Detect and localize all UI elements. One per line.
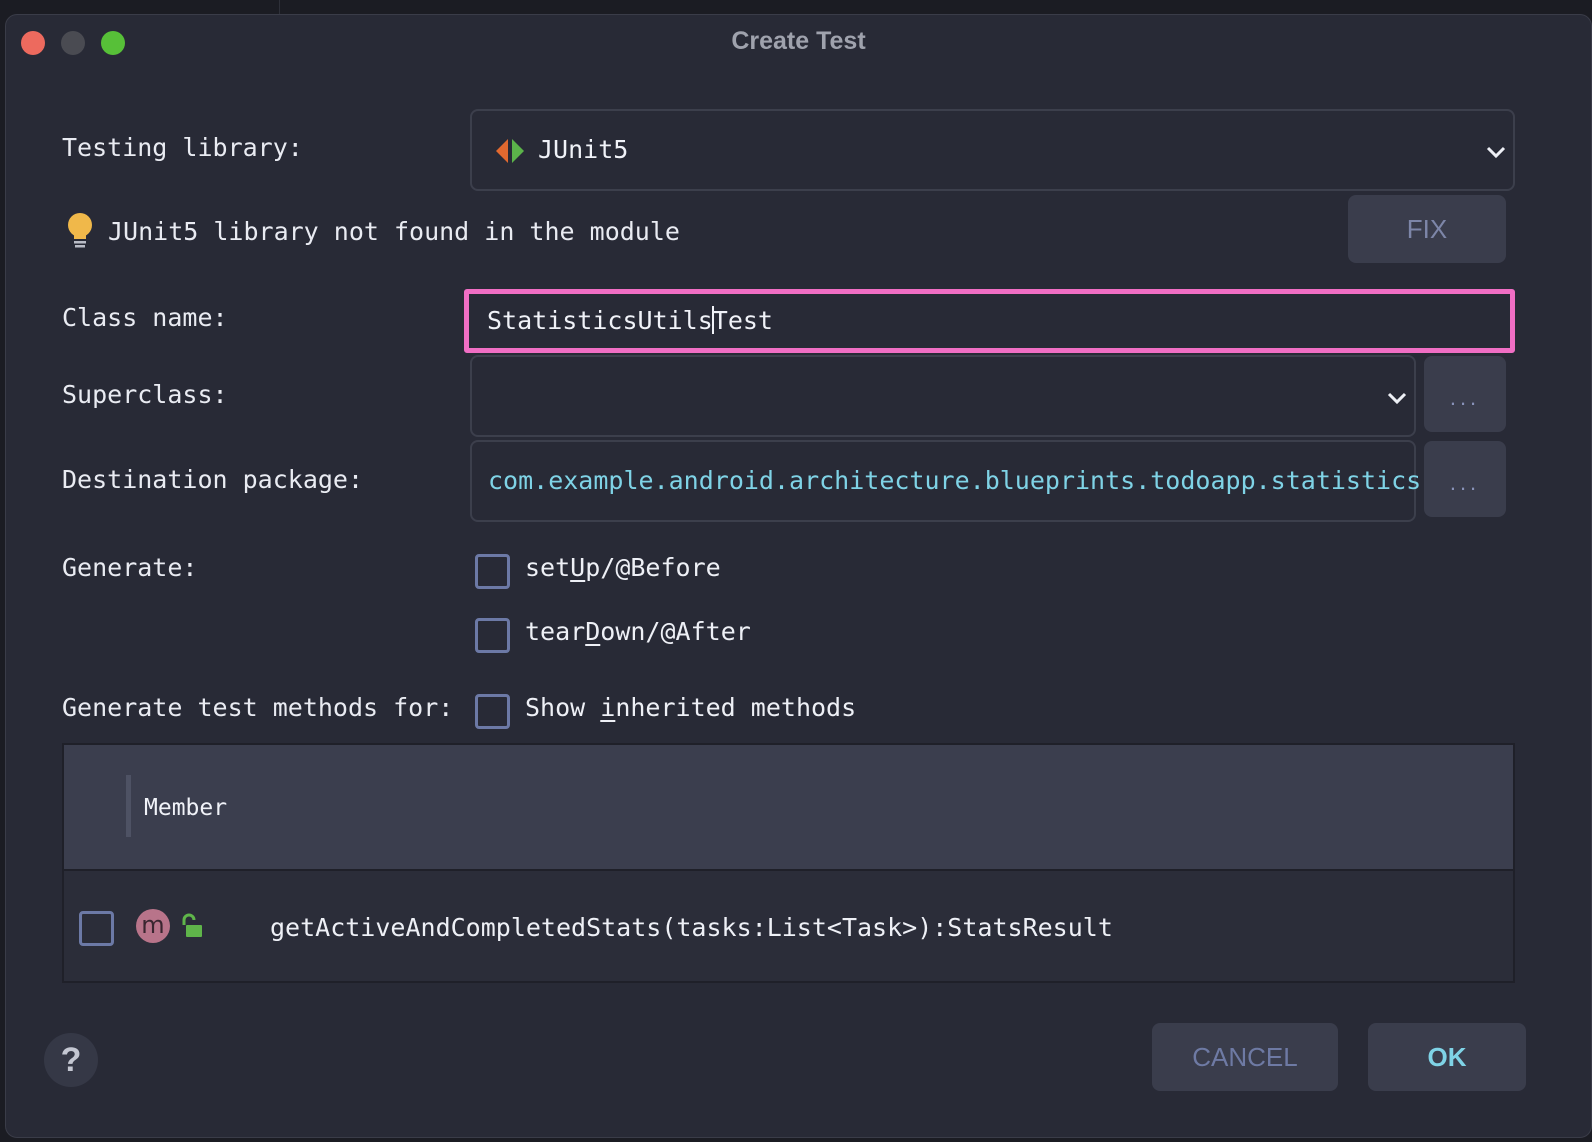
show-inherited-checkbox[interactable] — [475, 694, 510, 729]
junit5-icon — [494, 137, 528, 165]
setup-checkbox-label[interactable]: setUp/@Before — [525, 553, 721, 582]
destination-package-label: Destination package: — [62, 465, 364, 494]
title-bar: Create Test — [6, 15, 1591, 67]
member-checkbox[interactable] — [79, 911, 114, 946]
class-name-input[interactable]: StatisticsUtilsTest — [464, 289, 1515, 353]
fix-button[interactable]: FIX — [1348, 195, 1506, 263]
create-test-dialog: Create Test Testing library: JUnit5 JUni… — [5, 14, 1592, 1138]
background-editor-strip — [130, 0, 280, 14]
teardown-checkbox-label[interactable]: tearDown/@After — [525, 617, 751, 646]
destination-package-value: com.example.android.architecture.bluepri… — [488, 466, 1422, 495]
members-table-header: Member — [64, 745, 1513, 871]
chevron-down-icon — [1386, 387, 1408, 409]
superclass-label: Superclass: — [62, 380, 228, 409]
superclass-dropdown[interactable] — [470, 355, 1416, 437]
testing-library-value: JUnit5 — [538, 135, 629, 164]
class-name-label: Class name: — [62, 303, 228, 332]
dialog-title: Create Test — [731, 27, 866, 55]
generate-label: Generate: — [62, 553, 198, 582]
method-icon: m — [136, 909, 170, 943]
method-signature: getActiveAndCompletedStats(tasks:List<Ta… — [270, 913, 1113, 942]
setup-checkbox[interactable] — [475, 554, 510, 589]
destination-package-input[interactable]: com.example.android.architecture.bluepri… — [470, 440, 1421, 522]
library-warning-text: JUnit5 library not found in the module — [108, 217, 680, 246]
member-column-header[interactable]: Member — [144, 795, 227, 821]
generate-methods-label: Generate test methods for: — [62, 693, 454, 722]
superclass-browse-button[interactable]: ... — [1424, 356, 1506, 432]
help-button[interactable]: ? — [44, 1033, 98, 1087]
column-separator[interactable] — [126, 775, 131, 837]
teardown-checkbox[interactable] — [475, 618, 510, 653]
table-row[interactable]: m getActiveAndCompletedStats(tasks:List<… — [64, 873, 1513, 981]
members-table: Member m getActiveAndCompletedStats(task… — [62, 743, 1515, 983]
show-inherited-label[interactable]: Show inherited methods — [525, 693, 856, 722]
testing-library-label: Testing library: — [62, 133, 303, 162]
ok-button[interactable]: OK — [1368, 1023, 1526, 1091]
class-name-value: StatisticsUtilsTest — [487, 306, 773, 335]
unlocked-public-icon — [178, 913, 204, 939]
cancel-button[interactable]: CANCEL — [1152, 1023, 1338, 1091]
testing-library-dropdown[interactable]: JUnit5 — [470, 109, 1515, 191]
package-browse-button[interactable]: ... — [1424, 441, 1506, 517]
chevron-down-icon — [1485, 141, 1507, 163]
lightbulb-icon — [64, 211, 96, 251]
